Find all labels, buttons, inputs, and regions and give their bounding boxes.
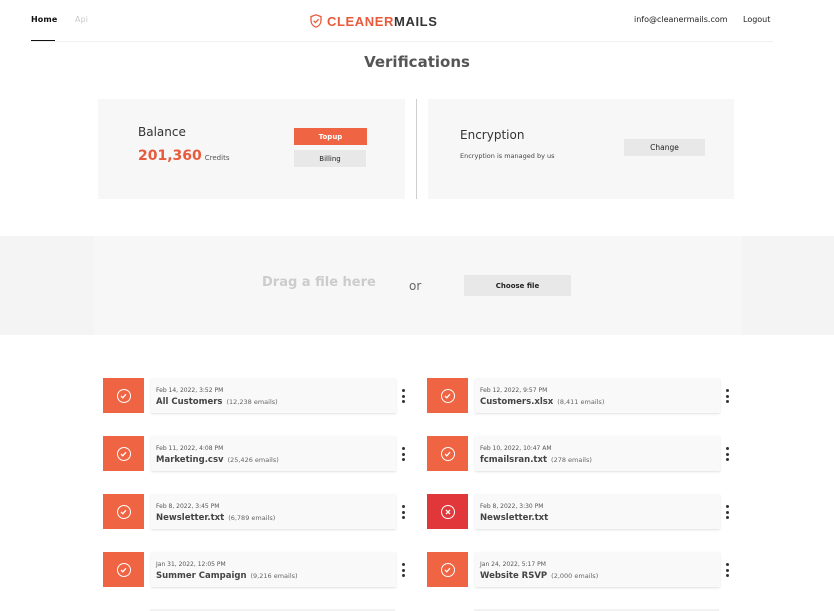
file-name: Newsletter.txt — [480, 513, 549, 523]
file-date: Feb 11, 2022, 4:08 PM — [156, 445, 224, 452]
or-separator: or — [409, 279, 422, 293]
file-email-count: (8,411 emails) — [557, 398, 605, 406]
file-name: Marketing.csv — [156, 455, 224, 465]
file-name: Summer Campaign — [156, 571, 247, 581]
file-email-count: (9,216 emails) — [250, 572, 298, 580]
file-email-count: (278 emails) — [551, 456, 592, 464]
more-options-icon[interactable] — [724, 563, 730, 577]
header-divider — [31, 41, 773, 42]
file-name-row: Newsletter.txt (6,789 emails) — [156, 513, 275, 523]
encryption-description: Encryption is managed by us — [460, 152, 555, 160]
encryption-card: Encryption Encryption is managed by us C… — [428, 99, 734, 199]
change-encryption-button[interactable]: Change — [624, 139, 705, 156]
file-name: Customers.xlsx — [480, 397, 554, 407]
status-success-badge — [427, 552, 468, 587]
check-circle-icon — [116, 562, 131, 577]
more-options-icon[interactable] — [400, 447, 406, 461]
file-card[interactable]: Jan 24, 2022, 5:17 PM Website RSVP (2,000 … — [475, 552, 720, 587]
brand-name-part2: MAILS — [394, 13, 438, 29]
check-circle-icon — [116, 504, 131, 519]
file-name: All Customers — [156, 397, 223, 407]
list-item[interactable]: Feb 11, 2022, 4:08 PM Marketing.csv (25,42… — [103, 436, 413, 472]
topup-button[interactable]: Topup — [294, 128, 367, 145]
status-success-badge — [427, 436, 468, 471]
file-card[interactable]: Feb 8, 2022, 3:45 PM Newsletter.txt (6,789… — [151, 494, 396, 529]
file-email-count: (6,789 emails) — [228, 514, 276, 522]
list-item[interactable]: Jan 31, 2022, 12:05 PM Summer Campaign (9,… — [103, 552, 413, 588]
file-name: Website RSVP — [480, 571, 548, 581]
check-circle-icon — [440, 388, 455, 403]
more-options-icon[interactable] — [400, 389, 406, 403]
file-card[interactable]: Feb 8, 2022, 3:30 PM Newsletter.txt — [475, 494, 720, 529]
check-circle-icon — [440, 446, 455, 461]
close-circle-icon — [440, 504, 455, 519]
logout-link[interactable]: Logout — [743, 15, 770, 24]
check-circle-icon — [116, 446, 131, 461]
more-options-icon[interactable] — [400, 505, 406, 519]
file-name-row: Website RSVP (2,000 emails) — [480, 571, 598, 581]
file-date: Feb 12, 2022, 9:57 PM — [480, 387, 548, 394]
file-card[interactable]: Jan 31, 2022, 12:05 PM Summer Campaign (9,… — [151, 552, 396, 587]
status-error-badge — [427, 494, 468, 529]
file-email-count: (12,238 emails) — [226, 398, 278, 406]
more-options-icon[interactable] — [724, 447, 730, 461]
file-name-row: Newsletter.txt — [480, 513, 552, 523]
file-card[interactable]: Feb 14, 2022, 3:52 PM All Customers (12,23… — [151, 378, 396, 413]
page-title: Verifications — [364, 53, 470, 71]
file-card[interactable]: Feb 11, 2022, 4:08 PM Marketing.csv (25,42… — [151, 436, 396, 471]
top-nav: Home Api CLEANERMAILS info@cleanermails.… — [0, 0, 834, 42]
balance-unit: Credits — [204, 154, 230, 162]
drag-file-text: Drag a file here — [262, 275, 376, 290]
check-circle-icon — [116, 388, 131, 403]
list-item[interactable]: Feb 14, 2022, 3:52 PM All Customers (12,23… — [103, 378, 413, 414]
brand-name: CLEANERMAILS — [327, 14, 438, 29]
file-card[interactable]: Feb 12, 2022, 9:57 PM Customers.xlsx (8,41… — [475, 378, 720, 413]
more-options-icon[interactable] — [400, 563, 406, 577]
file-email-count: (25,426 emails) — [227, 456, 279, 464]
nav-home-link[interactable]: Home — [31, 15, 57, 24]
file-name-row: Marketing.csv (25,426 emails) — [156, 455, 279, 465]
file-date: Feb 14, 2022, 3:52 PM — [156, 387, 224, 394]
file-name-row: fcmailsran.txt (278 emails) — [480, 455, 592, 465]
card-divider — [416, 99, 417, 199]
file-name-row: Summer Campaign (9,216 emails) — [156, 571, 298, 581]
file-date: Jan 31, 2022, 12:05 PM — [156, 561, 226, 568]
encryption-title: Encryption — [460, 128, 525, 142]
status-success-badge — [103, 552, 144, 587]
nav-api-link[interactable]: Api — [75, 15, 88, 24]
more-options-icon[interactable] — [724, 389, 730, 403]
file-name: Newsletter.txt — [156, 513, 225, 523]
file-card[interactable]: Feb 10, 2022, 10:47 AM fcmailsran.txt (278… — [475, 436, 720, 471]
file-date: Feb 10, 2022, 10:47 AM — [480, 445, 552, 452]
balance-card: Balance 201,360 Credits Topup Billing — [98, 99, 405, 199]
balance-amount: 201,360 Credits — [138, 148, 229, 164]
more-options-icon[interactable] — [724, 505, 730, 519]
file-name-row: Customers.xlsx (8,411 emails) — [480, 397, 604, 407]
brand-logo[interactable]: CLEANERMAILS — [310, 12, 438, 30]
file-date: Feb 8, 2022, 3:30 PM — [480, 503, 544, 510]
list-item[interactable]: Feb 10, 2022, 10:47 AM fcmailsran.txt (278… — [427, 436, 737, 472]
list-item[interactable]: Feb 12, 2022, 9:57 PM Customers.xlsx (8,41… — [427, 378, 737, 414]
shield-check-icon — [310, 14, 322, 28]
account-email: info@cleanermails.com — [634, 15, 728, 24]
balance-title: Balance — [138, 125, 186, 139]
file-date: Feb 8, 2022, 3:45 PM — [156, 503, 220, 510]
status-success-badge — [103, 494, 144, 529]
file-name-row: All Customers (12,238 emails) — [156, 397, 278, 407]
file-date: Jan 24, 2022, 5:17 PM — [480, 561, 546, 568]
list-item[interactable]: Feb 8, 2022, 3:45 PM Newsletter.txt (6,789… — [103, 494, 413, 530]
billing-button[interactable]: Billing — [294, 150, 366, 167]
file-email-count: (2,000 emails) — [551, 572, 599, 580]
check-circle-icon — [440, 562, 455, 577]
file-name: fcmailsran.txt — [480, 455, 548, 465]
brand-name-part1: CLEANER — [327, 13, 395, 29]
status-success-badge — [427, 378, 468, 413]
balance-value: 201,360 — [138, 148, 202, 164]
status-success-badge — [103, 378, 144, 413]
choose-file-button[interactable]: Choose file — [464, 275, 571, 296]
list-item[interactable]: Jan 24, 2022, 5:17 PM Website RSVP (2,000 … — [427, 552, 737, 588]
list-item[interactable]: Feb 8, 2022, 3:30 PM Newsletter.txt — [427, 494, 737, 530]
status-success-badge — [103, 436, 144, 471]
